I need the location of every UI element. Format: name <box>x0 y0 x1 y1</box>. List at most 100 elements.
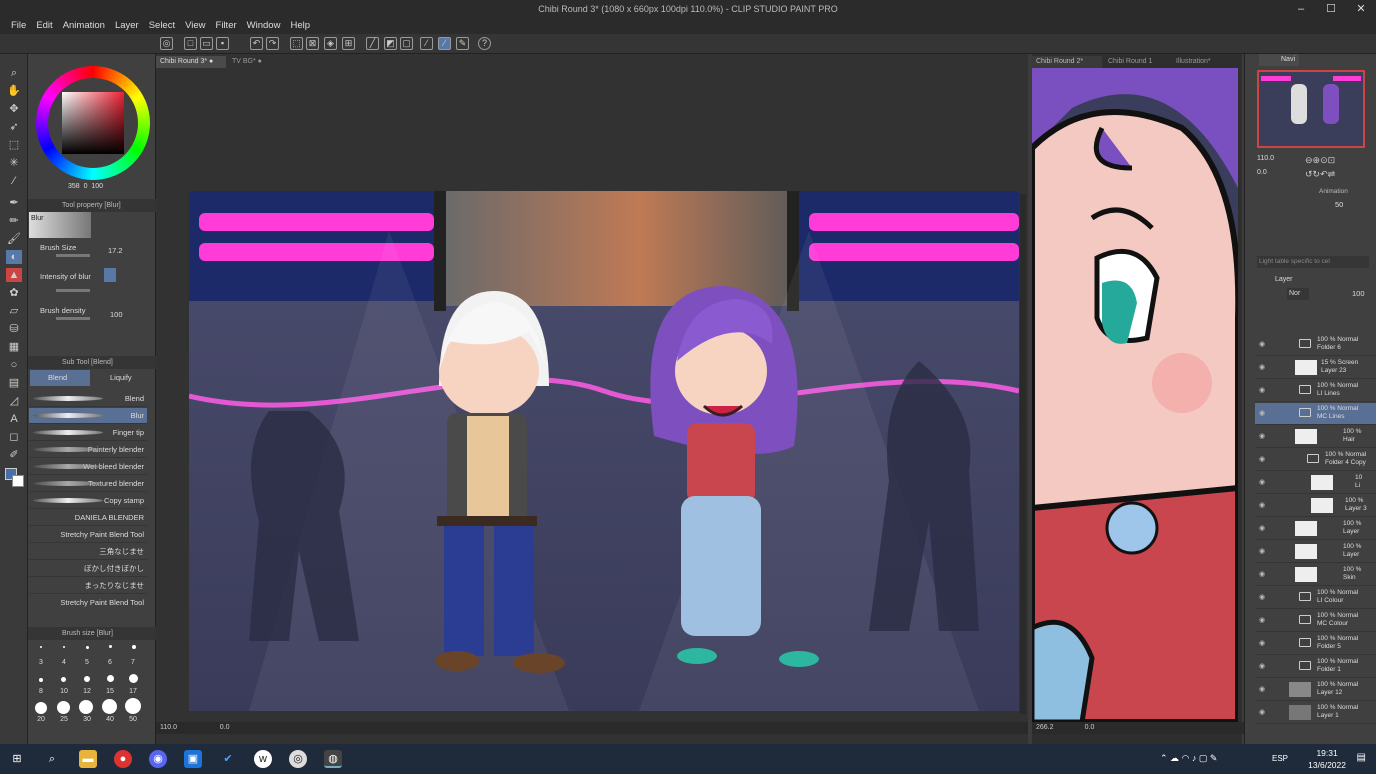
blend-tool-icon[interactable]: ◐ <box>6 250 22 264</box>
tab-blend[interactable]: Blend <box>30 370 90 386</box>
layer-row[interactable]: ◉ 100 % Normal Folder 6 <box>1255 334 1376 356</box>
layer-row[interactable]: ◉ 100 % Normal Layer 12 <box>1255 679 1376 701</box>
layer-row[interactable]: ◉ 10 Li <box>1255 472 1376 494</box>
menu-help[interactable]: Help <box>285 18 315 34</box>
layer-row[interactable]: ◉ 100 % Normal Layer 1 <box>1255 702 1376 724</box>
fill-tool-icon[interactable]: ⛁ <box>6 322 22 336</box>
layer-row[interactable]: ◉ 100 % Normal LI Colour <box>1255 587 1376 609</box>
frame-tool-icon[interactable]: ▤ <box>6 376 22 390</box>
layer-row[interactable]: ◉ 100 % Layer <box>1255 518 1376 540</box>
new-file-icon[interactable]: □ <box>184 37 197 50</box>
brush-size-option[interactable]: 5 <box>76 659 98 666</box>
tab-liquify[interactable]: Liquify <box>92 370 152 386</box>
brush-tool-icon[interactable]: 🖌 <box>6 232 22 246</box>
sub-tool-item[interactable]: Blend <box>29 391 147 407</box>
sub-tool-item[interactable]: ぼかし付きぼかし <box>29 561 147 577</box>
layer-row[interactable]: ◉ 100 % Hair <box>1255 426 1376 448</box>
tab-chibi-round-2[interactable]: Chibi Round 2* <box>1032 56 1102 68</box>
brush-size-option[interactable]: 12 <box>76 688 98 695</box>
brush-size-option[interactable]: 3 <box>30 659 52 666</box>
transform-icon[interactable]: ⊞ <box>342 37 355 50</box>
undo-icon[interactable]: ↶ <box>250 37 263 50</box>
operation-tool-icon[interactable]: ➶ <box>6 120 22 134</box>
layer-row[interactable]: ◉ 100 % Layer 3 <box>1255 495 1376 517</box>
correct-line-tool-icon[interactable]: ✐ <box>6 448 22 462</box>
windows-start-icon[interactable]: ⊞ <box>8 750 26 768</box>
help-icon[interactable]: ? <box>478 37 491 50</box>
tab-illustration[interactable]: Illustration* <box>1172 56 1238 68</box>
move-tool-icon[interactable]: ✥ <box>6 102 22 116</box>
layer-row[interactable]: ◉ 100 % Normal LI Lines <box>1255 380 1376 402</box>
figure-tool-icon[interactable]: ○ <box>6 358 22 372</box>
chrome-icon[interactable]: ● <box>114 750 132 768</box>
brush-size-option[interactable]: 40 <box>99 716 121 723</box>
stabilization-icon[interactable]: ⁄ <box>438 37 451 50</box>
deselect-icon[interactable]: ⬚ <box>290 37 303 50</box>
menu-layer[interactable]: Layer <box>110 18 144 34</box>
navigator-preview[interactable] <box>1257 70 1365 148</box>
save-icon[interactable]: ▪ <box>216 37 229 50</box>
gradient-tool-icon[interactable]: ▦ <box>6 340 22 354</box>
sub-tool-item[interactable]: Copy stamp <box>29 493 147 509</box>
sub-tool-item[interactable]: Blur <box>29 408 147 424</box>
sub-tool-item[interactable]: Stretchy Paint Blend Tool <box>29 595 147 609</box>
density-value[interactable]: 100 <box>110 310 123 319</box>
brush-size-option[interactable]: 30 <box>76 716 98 723</box>
text-tool-icon[interactable]: A <box>6 412 22 426</box>
canvas-zoom-value[interactable]: 110.0 <box>160 724 177 731</box>
menu-select[interactable]: Select <box>144 18 180 34</box>
animation-opacity[interactable]: 50 <box>1335 200 1343 209</box>
menu-window[interactable]: Window <box>242 18 286 34</box>
eyedropper-tool-icon[interactable]: ⁄ <box>6 174 22 188</box>
layer-row[interactable]: ◉ 15 % Screen Layer 23 <box>1255 357 1376 379</box>
notification-icon[interactable]: ▤ <box>1357 752 1366 763</box>
language-indicator[interactable]: ESP <box>1272 754 1288 763</box>
layer-tab[interactable]: Layer <box>1275 274 1315 286</box>
sub-tool-item[interactable]: 三角なじませ <box>29 544 147 560</box>
navigator-zoom[interactable]: 110.0 <box>1257 155 1274 162</box>
menu-file[interactable]: File <box>6 18 31 34</box>
sub-color-swatch[interactable] <box>12 475 24 487</box>
navigator-angle[interactable]: 0.0 <box>1257 169 1267 176</box>
canvas-vertical-scrollbar[interactable] <box>1020 194 1026 714</box>
subview-zoom-value[interactable]: 266.2 <box>1036 724 1054 731</box>
brush-size-option[interactable]: 6 <box>99 659 121 666</box>
blend-mode-select[interactable]: Nor <box>1287 288 1309 300</box>
zoom-controls-icon[interactable]: ⊖⊕⊙⊡ <box>1305 155 1335 166</box>
brush-size-option[interactable]: 50 <box>122 716 144 723</box>
fill-icon[interactable]: ◈ <box>324 37 337 50</box>
snap-ruler-icon[interactable]: ╱ <box>366 37 379 50</box>
menu-view[interactable]: View <box>180 18 210 34</box>
brush-size-option[interactable]: 15 <box>99 688 121 695</box>
menu-animation[interactable]: Animation <box>58 18 110 34</box>
redo-icon[interactable]: ↷ <box>266 37 279 50</box>
sub-tool-item[interactable]: Textured blender <box>29 476 147 492</box>
sub-tool-item[interactable]: DANIELA BLENDER <box>29 510 147 526</box>
pen-pressure-icon[interactable]: ⁄ <box>420 37 433 50</box>
layer-row-selected[interactable]: ◉ 100 % Normal MC Lines <box>1255 403 1376 425</box>
file-explorer-icon[interactable]: ▬ <box>79 750 97 768</box>
hand-tool-icon[interactable]: ✋ <box>6 84 22 98</box>
search-icon[interactable]: ⌕ <box>43 750 61 768</box>
layer-row[interactable]: ◉ 100 % Normal Folder 1 <box>1255 656 1376 678</box>
layer-row[interactable]: ◉ 100 % Normal MC Colour <box>1255 610 1376 632</box>
brush-size-option[interactable]: 17 <box>122 688 144 695</box>
layer-row[interactable]: ◉ 100 % Layer <box>1255 541 1376 563</box>
balloon-tool-icon[interactable]: ◻ <box>6 430 22 444</box>
density-slider[interactable] <box>56 317 90 320</box>
layer-opacity-value[interactable]: 100 <box>1352 289 1365 298</box>
store-icon[interactable]: ▣ <box>184 750 202 768</box>
subview-angle-value[interactable]: 0.0 <box>1085 724 1095 731</box>
clip-studio-paint-icon[interactable]: ◍ <box>324 750 342 768</box>
layer-row[interactable]: ◉ 100 % Normal Folder 5 <box>1255 633 1376 655</box>
brush-size-option[interactable]: 10 <box>53 688 75 695</box>
brush-size-option[interactable]: 8 <box>30 688 52 695</box>
brush-size-option[interactable]: 25 <box>53 716 75 723</box>
brush-size-option[interactable]: 7 <box>122 659 144 666</box>
animation-tab[interactable]: Animation <box>1319 186 1371 198</box>
todo-icon[interactable]: ✔ <box>219 750 237 768</box>
canvas-angle-value[interactable]: 0.0 <box>220 724 230 731</box>
layer-row[interactable]: ◉ 100 % Skin <box>1255 564 1376 586</box>
rotate-controls-icon[interactable]: ↺↻↶⇌ <box>1305 169 1335 180</box>
sub-tool-item[interactable]: Finger tip <box>29 425 147 441</box>
